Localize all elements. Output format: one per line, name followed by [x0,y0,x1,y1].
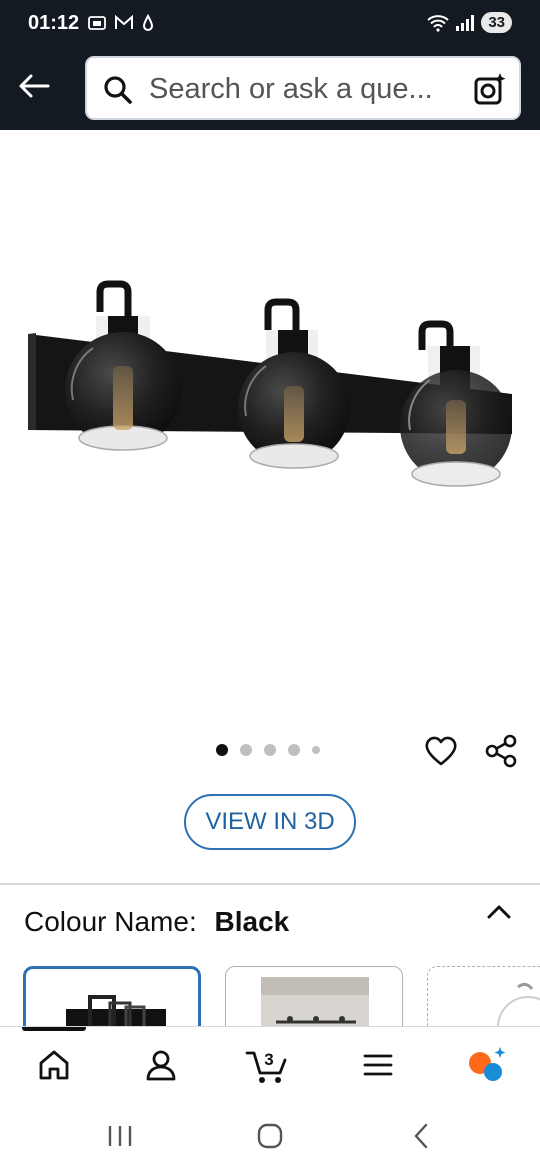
bottom-navigation: 3 [0,1026,540,1100]
system-back-icon[interactable] [408,1122,436,1150]
pagination-dot[interactable] [264,744,276,756]
pagination-dot[interactable] [312,746,320,754]
home-button-icon[interactable] [256,1122,284,1150]
nav-rufus-assistant[interactable] [462,1041,510,1089]
swatch-image [66,995,166,1031]
search-icon [104,76,132,104]
pagination-dot[interactable] [288,744,300,756]
pagination-dot[interactable] [216,744,228,756]
menu-icon [363,1054,393,1076]
cart-icon: 3 [245,1050,287,1083]
signal-icon [456,14,475,31]
wifi-icon [427,14,449,32]
nav-menu[interactable] [354,1041,402,1089]
rufus-assistant-icon [469,1047,506,1081]
nav-account[interactable] [137,1041,185,1089]
chevron-up-icon[interactable] [486,902,512,922]
recent-apps-icon[interactable] [106,1122,134,1150]
search-placeholder: Search or ask a que... [149,73,433,105]
back-button[interactable] [14,66,54,106]
status-system-icons: 33 [427,12,512,33]
share-icon[interactable] [484,734,518,768]
app-header: 01:12 33 Search or ask a que... [0,0,540,130]
search-bar[interactable]: Search or ask a que... [85,56,521,120]
cart-count: 3 [264,1050,273,1069]
user-icon [146,1050,176,1081]
heart-icon[interactable] [424,734,458,768]
colour-name-row: Colour Name: Black [24,906,289,938]
nav-cart[interactable]: 3 [244,1041,292,1089]
system-navigation-bar [0,1100,540,1170]
battery-indicator: 33 [481,12,512,33]
home-icon [39,1050,69,1080]
camera-lens-icon[interactable] [473,72,507,106]
colour-value: Black [214,906,290,937]
status-notification-icons [88,14,154,32]
status-bar: 01:12 33 [0,0,540,50]
pagination-dot[interactable] [240,744,252,756]
section-divider [0,883,540,885]
view-in-3d-button[interactable]: VIEW IN 3D [184,794,356,850]
drop-icon [142,14,154,31]
image-pagination[interactable] [216,744,320,756]
screenshot-icon [88,16,106,30]
nav-home[interactable] [30,1041,78,1089]
colour-label: Colour Name: [24,906,197,937]
product-image[interactable] [0,130,540,730]
status-time: 01:12 [28,12,80,34]
vanity-light-image [28,280,512,487]
mail-icon [115,15,133,29]
active-tab-indicator [22,1027,86,1031]
back-arrow-icon [19,74,50,98]
